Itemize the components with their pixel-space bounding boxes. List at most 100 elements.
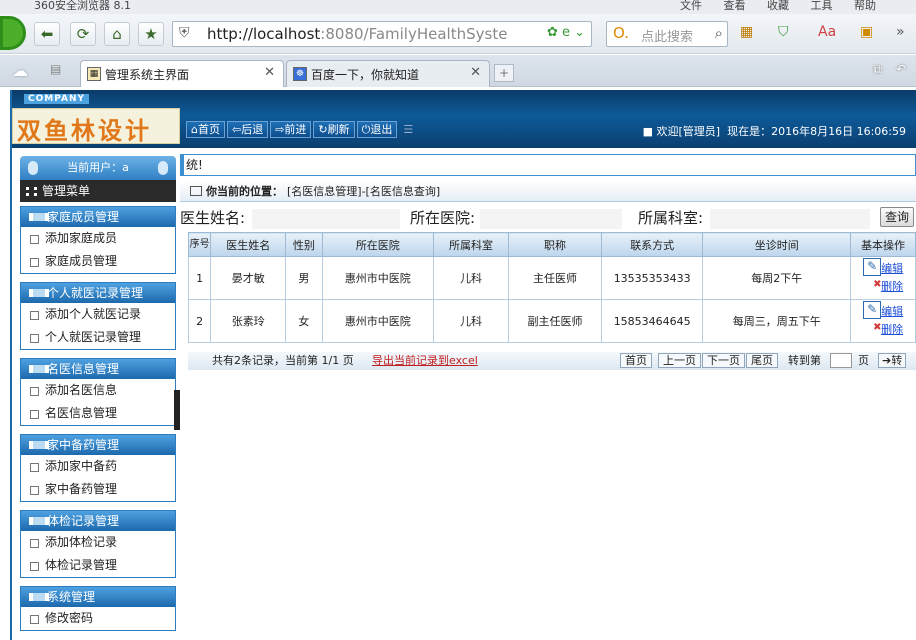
close-icon[interactable]: ✕: [264, 65, 275, 80]
browser-logo-icon[interactable]: [0, 16, 26, 50]
pin-icon: [28, 161, 38, 175]
back-arrow-icon[interactable]: ⬅: [34, 22, 60, 46]
department-label: 所属科室:: [638, 209, 704, 227]
refresh-icon[interactable]: ⟳: [70, 22, 96, 46]
nav-home-button[interactable]: ⌂首页: [186, 121, 225, 138]
menu-item-add-checkup[interactable]: 添加体检记录: [21, 531, 175, 554]
app-frame: COMPANY 双鱼林设计 ⌂首页 ⇦后退 ⇨前进 ↻刷新 ⏻退出 ☰ ■ 欢迎[管理员]…: [10, 90, 916, 640]
menu-group-title[interactable]: 个人就医记录管理: [21, 283, 175, 303]
last-page-button[interactable]: 尾页: [746, 353, 778, 368]
delete-link[interactable]: 删除: [861, 319, 915, 339]
col-department: 所属科室: [433, 232, 509, 257]
page-unit-label: 页: [858, 354, 869, 367]
address-bar[interactable]: ⛨ http://localhost:8080/FamilyHealthSyst…: [172, 21, 592, 47]
edit-link[interactable]: 编辑: [861, 258, 915, 278]
menu-item-change-password[interactable]: 修改密码: [21, 607, 175, 630]
search-placeholder: 点此搜索: [641, 30, 694, 45]
query-button[interactable]: 查询: [880, 207, 914, 227]
menu-favorites[interactable]: 收藏: [767, 0, 789, 12]
menu-group-title[interactable]: 家中备药管理: [21, 435, 175, 455]
go-button[interactable]: ➔转: [878, 353, 907, 368]
menu-item-add-medicine[interactable]: 添加家中备药: [21, 455, 175, 478]
browser-title-bar: 360安全浏览器 8.1 文件 查看 收藏 工具 帮助: [0, 0, 916, 14]
menu-group-doctor: 名医信息管理 添加名医信息 名医信息管理: [20, 358, 176, 426]
security-icon[interactable]: ⛉: [778, 24, 789, 40]
app-header: COMPANY 双鱼林设计 ⌂首页 ⇦后退 ⇨前进 ↻刷新 ⏻退出 ☰ ■ 欢迎[管理员]…: [12, 90, 916, 148]
next-page-button[interactable]: 下一页: [702, 353, 745, 368]
home-icon[interactable]: ⌂: [104, 22, 130, 46]
menu-item-add-family-member[interactable]: 添加家庭成员: [21, 227, 175, 250]
menu-item-doctor-manage[interactable]: 名医信息管理: [21, 402, 175, 425]
star-icon[interactable]: ★: [138, 22, 164, 46]
menu-file[interactable]: 文件: [680, 0, 702, 12]
doctor-table: 序号 医生姓名 性别 所在医院 所属科室 职称 联系方式 坐诊时间 基本操作 1…: [187, 232, 916, 343]
cell-clinic-time: 每周三，周五下午: [702, 299, 852, 343]
tab-list-icon[interactable]: ▤: [50, 62, 61, 76]
nav-back-button[interactable]: ⇦后退: [226, 121, 269, 138]
main-menu-header: 管理菜单: [20, 180, 176, 202]
cell-department: 儿科: [433, 299, 509, 343]
sidebar-collapse-handle[interactable]: [174, 390, 180, 430]
edit-link[interactable]: 编辑: [861, 301, 915, 321]
menu-group-title[interactable]: 体检记录管理: [21, 511, 175, 531]
restore-icon[interactable]: ⧉: [873, 62, 882, 77]
cell-contact: 15853464645: [601, 299, 704, 343]
more-icon[interactable]: »: [896, 24, 905, 40]
menu-group-title[interactable]: 系统管理: [21, 587, 175, 607]
tab-admin-main[interactable]: ▦ 管理系统主界面 ✕: [80, 60, 284, 87]
menu-item-family-member-manage[interactable]: 家庭成员管理: [21, 250, 175, 273]
nav-forward-button[interactable]: ⇨前进: [270, 121, 312, 138]
menu-item-add-medical-record[interactable]: 添加个人就医记录: [21, 303, 175, 326]
address-url[interactable]: http://localhost:8080/FamilyHealthSystem…: [207, 25, 507, 43]
cell-contact: 13535353433: [601, 256, 704, 300]
cell-index: 1: [187, 256, 212, 300]
hospital-label: 所在医院:: [410, 209, 476, 227]
apps-icon[interactable]: ▦: [740, 24, 753, 40]
delete-link[interactable]: 删除: [861, 276, 915, 296]
tab-label: 百度一下，你就知道: [311, 68, 420, 82]
search-engine-icon[interactable]: O.: [613, 24, 629, 42]
prev-page-button[interactable]: 上一页: [658, 353, 701, 368]
menu-item-add-doctor[interactable]: 添加名医信息: [21, 379, 175, 402]
tab-bar: ☁ ▤ ▦ 管理系统主界面 ✕ ☸ 百度一下，你就知道 ✕ + ⧉ ↶: [0, 55, 916, 87]
menu-group-medical-record: 个人就医记录管理 添加个人就医记录 个人就医记录管理: [20, 282, 176, 350]
table-row: 2 张素玲 女 惠州市中医院 儿科 副主任医师 15853464645 每周三，…: [187, 299, 916, 343]
nav-logout-button[interactable]: ⏻退出: [356, 121, 398, 138]
welcome-text: ■ 欢迎[管理员] 现在是：2016年8月16日 16:06:59: [642, 125, 906, 138]
close-icon[interactable]: ✕: [470, 65, 481, 80]
cloud-icon[interactable]: ☁: [12, 61, 28, 80]
first-page-button[interactable]: 首页: [620, 353, 652, 368]
page-icon: ▦: [87, 67, 101, 81]
col-contact: 联系方式: [601, 232, 704, 257]
table-icon: [190, 186, 202, 196]
menu-item-medical-record-manage[interactable]: 个人就医记录管理: [21, 326, 175, 349]
translate-icon[interactable]: Aa: [818, 24, 836, 40]
new-tab-button[interactable]: +: [494, 64, 514, 82]
menu-tools[interactable]: 工具: [811, 0, 833, 12]
search-box[interactable]: O. 点此搜索 ⌕: [606, 21, 728, 47]
cell-hospital: 惠州市中医院: [321, 256, 435, 300]
breadcrumb-path: [名医信息管理]-[名医信息查询]: [287, 185, 441, 198]
extension-icon[interactable]: ▣: [860, 24, 873, 40]
page-number-input[interactable]: [830, 353, 852, 368]
tab-baidu[interactable]: ☸ 百度一下，你就知道 ✕: [286, 60, 490, 87]
table-header-row: 序号 医生姓名 性别 所在医院 所属科室 职称 联系方式 坐诊时间 基本操作: [187, 232, 916, 257]
nav-refresh-button[interactable]: ↻刷新: [313, 121, 355, 138]
menu-help[interactable]: 帮助: [854, 0, 876, 12]
cell-operations: 编辑 删除: [850, 299, 916, 343]
menu-group-system: 系统管理 修改密码: [20, 586, 176, 631]
menu-item-medicine-manage[interactable]: 家中备药管理: [21, 478, 175, 501]
col-index: 序号: [187, 232, 212, 257]
menu-group-title[interactable]: 家庭成员管理: [21, 207, 175, 227]
search-icon[interactable]: ⌕: [715, 24, 723, 42]
export-excel-link[interactable]: 导出当前记录到excel: [372, 352, 478, 370]
page-tools-icon[interactable]: ✿ e ⌄: [547, 25, 585, 40]
doctor-name-input[interactable]: [252, 209, 400, 229]
menu-group-title[interactable]: 名医信息管理: [21, 359, 175, 379]
menu-item-checkup-manage[interactable]: 体检记录管理: [21, 554, 175, 577]
hospital-input[interactable]: [480, 209, 622, 229]
menu-view[interactable]: 查看: [724, 0, 746, 12]
cell-department: 儿科: [433, 256, 509, 300]
department-input[interactable]: [710, 209, 870, 229]
undo-icon[interactable]: ↶: [896, 62, 906, 76]
